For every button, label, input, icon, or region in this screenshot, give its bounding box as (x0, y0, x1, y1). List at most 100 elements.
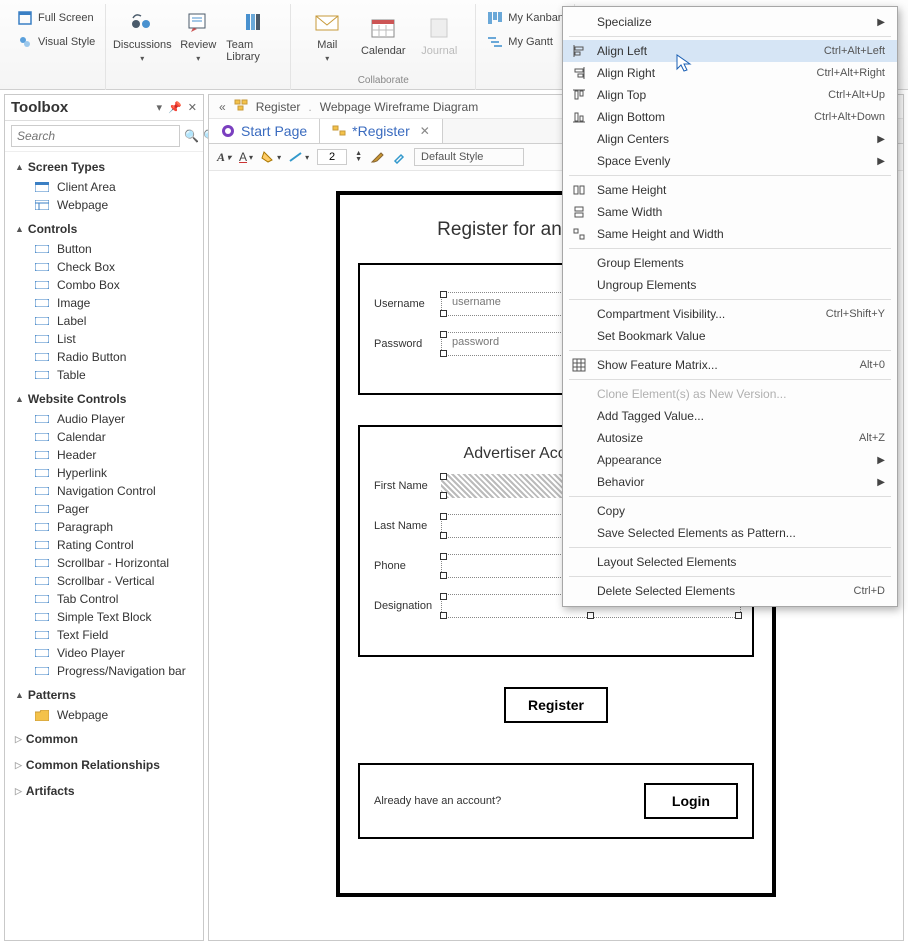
ctx-same-both[interactable]: Same Height and Width (563, 223, 897, 245)
brush-tool[interactable] (370, 150, 384, 164)
review-button[interactable]: Review▾ (170, 4, 226, 63)
ctx-align-left[interactable]: Align LeftCtrl+Alt+Left (563, 40, 897, 62)
toolbox-item[interactable]: Scrollbar - Horizontal (5, 554, 203, 572)
ctx-autosize[interactable]: AutosizeAlt+Z (563, 427, 897, 449)
toolbox-item[interactable]: Check Box (5, 258, 203, 276)
style-combo[interactable]: Default Style (414, 148, 524, 166)
toolbox-item[interactable]: Simple Text Block (5, 608, 203, 626)
teamlibrary-button[interactable]: Team Library (226, 4, 282, 63)
toolbox-item[interactable]: Button (5, 240, 203, 258)
toolbox-item[interactable]: Progress/Navigation bar (5, 662, 203, 680)
toolbox-item[interactable]: Table (5, 366, 203, 384)
breadcrumb-item[interactable]: Register (256, 100, 301, 114)
ctx-same-width[interactable]: Same Width (563, 201, 897, 223)
tab-startpage[interactable]: Start Page (209, 119, 320, 143)
ctx-specialize[interactable]: Specialize▶ (563, 11, 897, 33)
toolbox-search-input[interactable] (11, 125, 180, 147)
ctx-align-top[interactable]: Align TopCtrl+Alt+Up (563, 84, 897, 106)
group-screen-types[interactable]: ▲Screen Types (5, 156, 203, 178)
toolbox-item[interactable]: Video Player (5, 644, 203, 662)
line-weight-input[interactable] (317, 149, 347, 165)
tab-register[interactable]: *Register ✕ (320, 119, 443, 143)
group-common[interactable]: ▷Common (5, 728, 203, 750)
group-controls[interactable]: ▲Controls (5, 218, 203, 240)
group-patterns[interactable]: ▲Patterns (5, 684, 203, 706)
toolbox-item[interactable]: Webpage (5, 196, 203, 214)
search-clear-icon[interactable]: 🔍 (184, 128, 199, 144)
toolbox-item[interactable]: Pager (5, 500, 203, 518)
toolbox-close-icon[interactable]: ✕ (188, 101, 197, 114)
toolbox-item[interactable]: Paragraph (5, 518, 203, 536)
picker-tool[interactable] (392, 150, 406, 164)
toolbox-item[interactable]: Client Area (5, 178, 203, 196)
ctx-save-pattern[interactable]: Save Selected Elements as Pattern... (563, 522, 897, 544)
toolbox-item[interactable]: Tab Control (5, 590, 203, 608)
toolbox-item[interactable]: Image (5, 294, 203, 312)
toolbox-dropdown-icon[interactable]: ▾ (157, 101, 163, 114)
ctx-space-evenly[interactable]: Space Evenly▶ (563, 150, 897, 172)
toolbox-item[interactable]: Radio Button (5, 348, 203, 366)
ctx-ungroup[interactable]: Ungroup Elements (563, 274, 897, 296)
ctx-set-bookmark[interactable]: Set Bookmark Value (563, 325, 897, 347)
control-icon (35, 574, 49, 588)
ctx-group[interactable]: Group Elements (563, 252, 897, 274)
appearance-button[interactable]: Full Screen (14, 8, 96, 28)
font-picker[interactable]: A ▾ (217, 150, 231, 165)
login-panel[interactable]: Already have an account? Login (358, 763, 754, 839)
journal-button[interactable]: Journal (411, 4, 467, 63)
ctx-appearance[interactable]: Appearance▶ (563, 449, 897, 471)
tab-close-icon[interactable]: ✕ (420, 124, 430, 138)
ctx-same-height[interactable]: Same Height (563, 179, 897, 201)
calendar-label: Calendar (361, 45, 406, 57)
toolbox-item[interactable]: Webpage (5, 706, 203, 724)
submenu-arrow-icon: ▶ (877, 477, 885, 488)
ctx-align-right[interactable]: Align RightCtrl+Alt+Right (563, 62, 897, 84)
font-color[interactable]: A▾ (239, 150, 253, 164)
discussions-button[interactable]: Discussions▾ (114, 4, 170, 63)
same-both-icon (571, 226, 587, 242)
toolbox-item[interactable]: Calendar (5, 428, 203, 446)
login-button[interactable]: Login (644, 783, 738, 819)
group-artifacts[interactable]: ▷Artifacts (5, 780, 203, 802)
folder-icon (35, 708, 49, 722)
toolbox-item[interactable]: List (5, 330, 203, 348)
align-right-icon (571, 65, 587, 81)
ctx-add-tagged[interactable]: Add Tagged Value... (563, 405, 897, 427)
ctx-show-feature[interactable]: Show Feature Matrix...Alt+0 (563, 354, 897, 376)
breadcrumb-item[interactable]: Webpage Wireframe Diagram (320, 100, 479, 114)
password-label: Password (374, 338, 444, 350)
line-color[interactable]: ▾ (289, 151, 309, 163)
toolbox-item[interactable]: Audio Player (5, 410, 203, 428)
toolbox-item[interactable]: Hyperlink (5, 464, 203, 482)
group-website-controls[interactable]: ▲Website Controls (5, 388, 203, 410)
group-common-rel[interactable]: ▷Common Relationships (5, 754, 203, 776)
toolbox-item[interactable]: Text Field (5, 626, 203, 644)
toolbox-item[interactable]: Navigation Control (5, 482, 203, 500)
mykanban-button[interactable]: My Kanban (484, 8, 566, 28)
tab-label: Start Page (241, 123, 307, 139)
review-label: Review (180, 39, 216, 51)
toolbox-item[interactable]: Scrollbar - Vertical (5, 572, 203, 590)
toolbox-item[interactable]: Label (5, 312, 203, 330)
ctx-align-bottom[interactable]: Align BottomCtrl+Alt+Down (563, 106, 897, 128)
control-icon (35, 368, 49, 382)
ctx-layout-sel[interactable]: Layout Selected Elements (563, 551, 897, 573)
diagram-tab-icon (332, 124, 346, 138)
toolbox-pin-icon[interactable]: 📌 (168, 101, 182, 114)
register-button[interactable]: Register (504, 687, 608, 723)
toolbox-item[interactable]: Combo Box (5, 276, 203, 294)
calendar-button[interactable]: Calendar (355, 4, 411, 63)
ctx-copy[interactable]: Copy (563, 500, 897, 522)
ctx-align-centers[interactable]: Align Centers▶ (563, 128, 897, 150)
ctx-compartment-vis[interactable]: Compartment Visibility...Ctrl+Shift+Y (563, 303, 897, 325)
mail-button[interactable]: Mail▾ (299, 4, 355, 63)
visualstyle-button[interactable]: Visual Style (14, 32, 97, 52)
ctx-delete-sel[interactable]: Delete Selected ElementsCtrl+D (563, 580, 897, 602)
ctx-behavior[interactable]: Behavior▶ (563, 471, 897, 493)
nav-back-icon[interactable]: « (219, 100, 226, 114)
toolbox-item[interactable]: Header (5, 446, 203, 464)
fill-color[interactable]: ▾ (261, 151, 281, 163)
spinner[interactable]: ▲▼ (355, 151, 362, 163)
toolbox-item[interactable]: Rating Control (5, 536, 203, 554)
mygantt-button[interactable]: My Gantt (484, 32, 566, 52)
